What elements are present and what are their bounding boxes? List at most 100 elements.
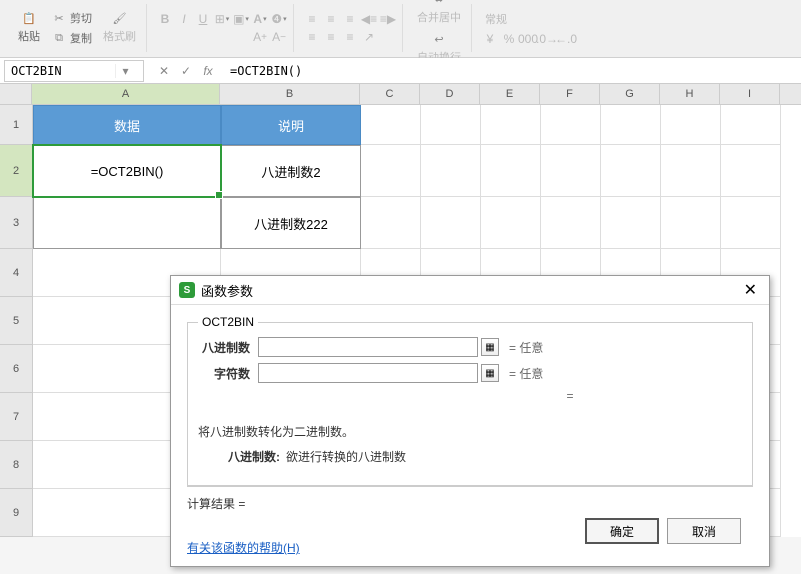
- paintbrush-icon: 🖌: [112, 10, 128, 26]
- cell-C1[interactable]: [361, 105, 421, 145]
- name-box-input[interactable]: [5, 64, 115, 78]
- col-header-C[interactable]: C: [360, 84, 420, 104]
- col-header-E[interactable]: E: [480, 84, 540, 104]
- col-header-B[interactable]: B: [220, 84, 360, 104]
- merge-icon: ⬌: [431, 0, 447, 7]
- underline-icon[interactable]: U: [195, 11, 211, 27]
- function-description: 将八进制数转化为二进制数。: [198, 423, 742, 440]
- col-header-I[interactable]: I: [720, 84, 780, 104]
- arg-row-1: 字符数▦= 任意: [198, 363, 742, 383]
- align-right-icon[interactable]: ≡: [342, 29, 358, 45]
- font-decrease-icon[interactable]: A−: [271, 29, 287, 45]
- row-header-1[interactable]: 1: [0, 105, 32, 145]
- cell-I2[interactable]: [721, 145, 781, 197]
- merge-center-button[interactable]: ⬌ 合并居中: [413, 0, 465, 27]
- cancel-formula-icon[interactable]: ✕: [156, 64, 172, 78]
- bold-icon[interactable]: B: [157, 11, 173, 27]
- row-header-9[interactable]: 9: [0, 489, 32, 537]
- align-bottom-icon[interactable]: ≡: [342, 11, 358, 27]
- cell-I3[interactable]: [721, 197, 781, 249]
- cell-E1[interactable]: [481, 105, 541, 145]
- cell-D2[interactable]: [421, 145, 481, 197]
- formula-bar: ▾ ✕ ✓ fx: [0, 58, 801, 84]
- cell-G2[interactable]: [601, 145, 661, 197]
- row-header-6[interactable]: 6: [0, 345, 32, 393]
- copy-button[interactable]: ⧉复制: [48, 28, 95, 48]
- name-box[interactable]: ▾: [4, 60, 144, 82]
- cell-B2[interactable]: 八进制数2: [221, 145, 361, 197]
- arg-input-0[interactable]: [258, 337, 478, 357]
- arg-preview: = 任意: [509, 339, 543, 356]
- indent-decrease-icon[interactable]: ◀≡: [361, 11, 377, 27]
- cell-A1[interactable]: 数据: [33, 105, 221, 145]
- cell-F1[interactable]: [541, 105, 601, 145]
- cell-D1[interactable]: [421, 105, 481, 145]
- percent-icon[interactable]: %: [501, 31, 517, 47]
- cancel-button[interactable]: 取消: [667, 518, 741, 544]
- align-top-icon[interactable]: ≡: [304, 11, 320, 27]
- cell-F2[interactable]: [541, 145, 601, 197]
- cell-H2[interactable]: [661, 145, 721, 197]
- cell-F3[interactable]: [541, 197, 601, 249]
- cell-H3[interactable]: [661, 197, 721, 249]
- help-link[interactable]: 有关该函数的帮助(H): [187, 539, 300, 556]
- fill-color-icon[interactable]: ▣▾: [233, 11, 249, 27]
- font-color-icon[interactable]: A▾: [252, 11, 268, 27]
- cell-G1[interactable]: [601, 105, 661, 145]
- col-header-H[interactable]: H: [660, 84, 720, 104]
- align-center-icon[interactable]: ≡: [323, 29, 339, 45]
- row-header-3[interactable]: 3: [0, 197, 32, 249]
- number-format-dropdown[interactable]: 常规: [482, 9, 574, 29]
- col-header-A[interactable]: A: [32, 84, 220, 104]
- format-painter-button[interactable]: 🖌 格式刷: [99, 8, 140, 48]
- name-box-dropdown-icon[interactable]: ▾: [115, 64, 135, 78]
- close-icon[interactable]: ✕: [740, 280, 761, 300]
- currency-icon[interactable]: ¥: [482, 31, 498, 47]
- cell-I1[interactable]: [721, 105, 781, 145]
- cell-C3[interactable]: [361, 197, 421, 249]
- cell-G3[interactable]: [601, 197, 661, 249]
- cell-D3[interactable]: [421, 197, 481, 249]
- decrease-decimal-icon[interactable]: ←.0: [558, 31, 574, 47]
- col-header-F[interactable]: F: [540, 84, 600, 104]
- row-header-2[interactable]: 2: [0, 145, 32, 197]
- cell-C2[interactable]: [361, 145, 421, 197]
- cell-H1[interactable]: [661, 105, 721, 145]
- align-middle-icon[interactable]: ≡: [323, 11, 339, 27]
- paste-button[interactable]: 📋 粘贴: [14, 8, 44, 48]
- cell-E2[interactable]: [481, 145, 541, 197]
- clipboard-group: 📋 粘贴 ✂剪切 ⧉复制 🖌 格式刷: [8, 4, 147, 52]
- app-icon: S: [179, 282, 195, 298]
- col-header-D[interactable]: D: [420, 84, 480, 104]
- arg-input-1[interactable]: [258, 363, 478, 383]
- row-header-4[interactable]: 4: [0, 249, 32, 297]
- cell-E3[interactable]: [481, 197, 541, 249]
- fx-icon[interactable]: fx: [200, 64, 216, 78]
- cell-A2[interactable]: =OCT2BIN(): [33, 145, 221, 197]
- cell-A3[interactable]: [33, 197, 221, 249]
- phonetic-icon[interactable]: ❹▾: [271, 11, 287, 27]
- row-header-5[interactable]: 5: [0, 297, 32, 345]
- align-left-icon[interactable]: ≡: [304, 29, 320, 45]
- preview-equals: =: [398, 389, 742, 403]
- range-picker-icon[interactable]: ▦: [481, 364, 499, 382]
- increase-decimal-icon[interactable]: .0→: [539, 31, 555, 47]
- accept-formula-icon[interactable]: ✓: [178, 64, 194, 78]
- cell-B3[interactable]: 八进制数222: [221, 197, 361, 249]
- dialog-titlebar[interactable]: S 函数参数 ✕: [171, 276, 769, 305]
- cell-B1[interactable]: 说明: [221, 105, 361, 145]
- cut-button[interactable]: ✂剪切: [48, 8, 95, 28]
- ok-button[interactable]: 确定: [585, 518, 659, 544]
- row-header-7[interactable]: 7: [0, 393, 32, 441]
- col-header-G[interactable]: G: [600, 84, 660, 104]
- orientation-icon[interactable]: ↗: [361, 29, 377, 45]
- row-header-8[interactable]: 8: [0, 441, 32, 489]
- range-picker-icon[interactable]: ▦: [481, 338, 499, 356]
- font-increase-icon[interactable]: A+: [252, 29, 268, 45]
- select-all-corner[interactable]: [0, 84, 32, 104]
- indent-increase-icon[interactable]: ≡▶: [380, 11, 396, 27]
- italic-icon[interactable]: I: [176, 11, 192, 27]
- border-icon[interactable]: ⊞▾: [214, 11, 230, 27]
- formula-input[interactable]: [224, 58, 801, 83]
- comma-icon[interactable]: 000: [520, 31, 536, 47]
